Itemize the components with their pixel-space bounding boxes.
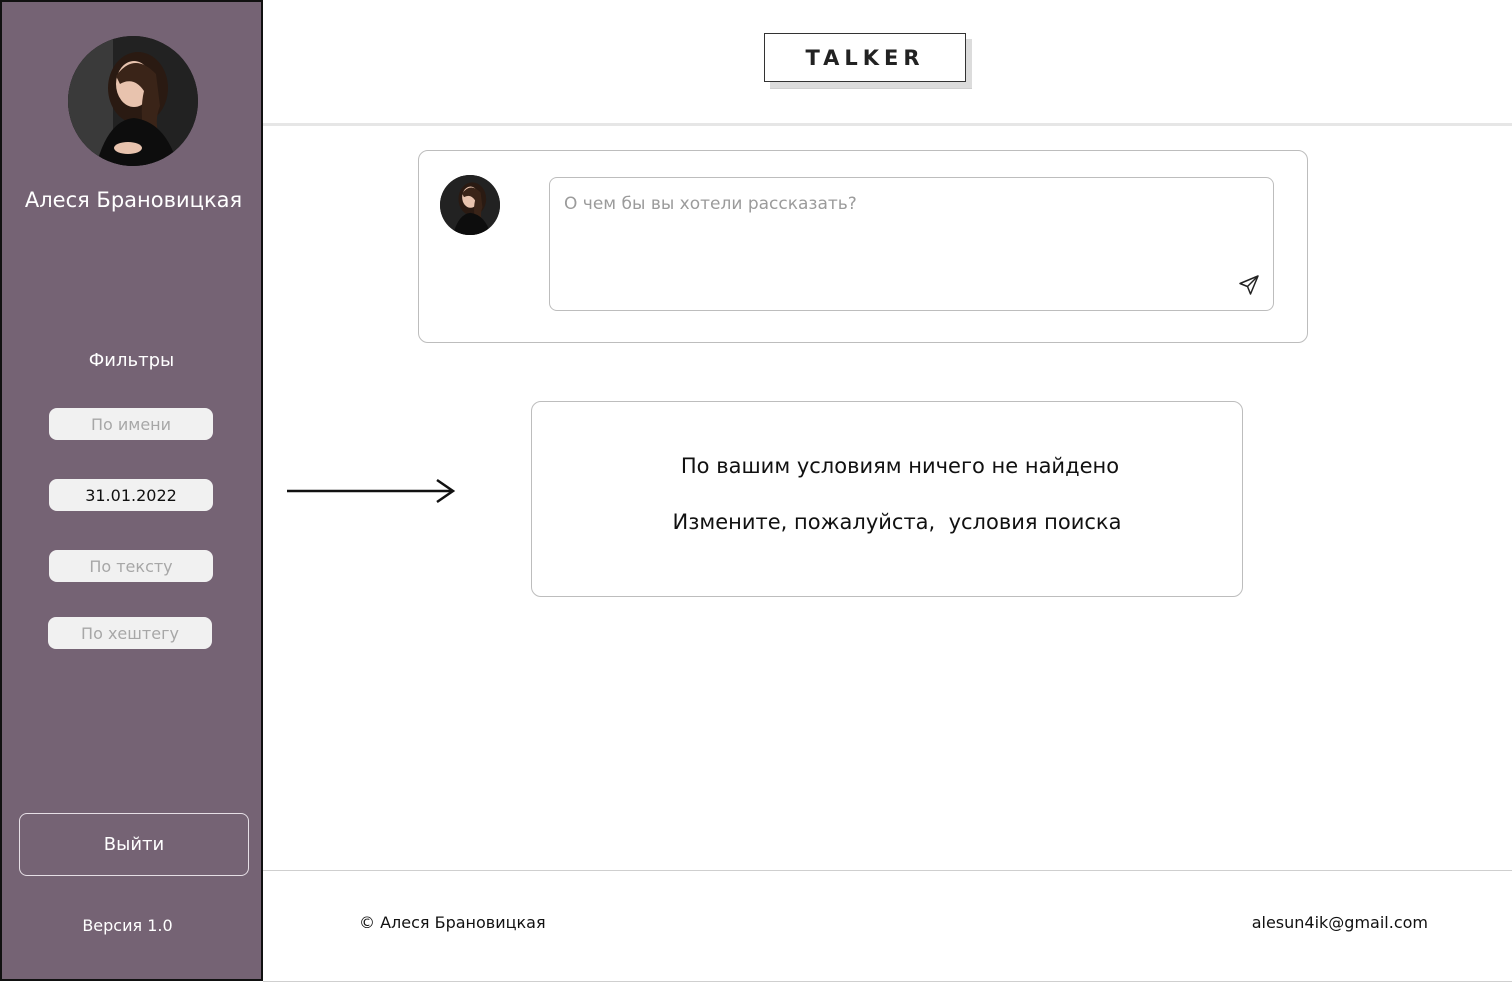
profile-avatar[interactable] <box>68 36 198 166</box>
send-button[interactable] <box>1234 272 1264 300</box>
filter-by-text-input[interactable] <box>49 550 213 582</box>
composer-avatar <box>440 175 500 235</box>
filters-title: Фильтры <box>88 350 175 371</box>
empty-results-hint: Измените, пожалуйста, условия поиска <box>672 510 1122 534</box>
profile-name: Алеся Брановицкая <box>24 188 243 212</box>
copyright: © Алеся Брановицкая <box>359 913 546 932</box>
version-label: Версия 1.0 <box>82 916 173 935</box>
filter-by-name-input[interactable] <box>49 408 213 440</box>
filter-by-date-input[interactable] <box>49 479 213 511</box>
empty-results-title: По вашим условиям ничего не найдено <box>680 454 1120 478</box>
sidebar: Алеся Брановицкая Фильтры Выйти Версия 1… <box>0 0 263 981</box>
contact-email[interactable]: alesun4ik@gmail.com <box>1252 913 1428 932</box>
logout-button[interactable]: Выйти <box>19 813 249 876</box>
empty-results-message: По вашим условиям ничего не найдено Изме… <box>531 401 1243 597</box>
filter-by-hashtag-input[interactable] <box>48 617 212 649</box>
profile-photo <box>68 36 198 166</box>
logo-shadow <box>770 82 972 89</box>
logo[interactable]: TALKER <box>764 33 966 82</box>
composer-avatar-photo <box>440 175 500 235</box>
post-input[interactable] <box>549 177 1274 311</box>
arrow-right-icon <box>287 478 456 504</box>
paper-plane-icon <box>1239 274 1259 295</box>
